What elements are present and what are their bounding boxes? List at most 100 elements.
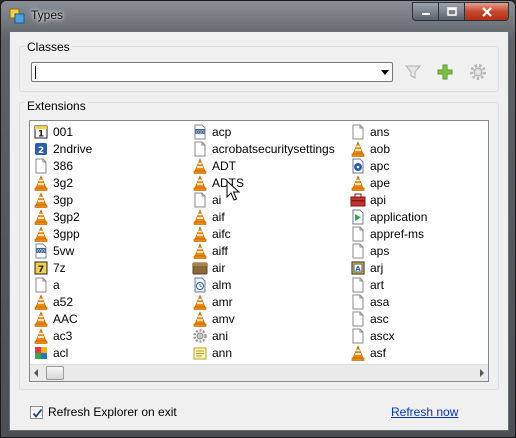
extension-item[interactable]: ans	[350, 123, 427, 140]
scroll-left-icon[interactable]	[34, 369, 38, 377]
extension-item[interactable]: acrobatsecuritysettings	[192, 140, 335, 157]
extension-item[interactable]: asf	[350, 344, 427, 361]
extension-item[interactable]: aifc	[192, 225, 335, 242]
extension-label: 5vw	[53, 243, 75, 258]
refresh-on-exit-checkbox[interactable]	[30, 405, 43, 419]
extension-label: acl	[53, 345, 69, 360]
extension-item[interactable]: ascx	[350, 327, 427, 344]
extension-item[interactable]: appref-ms	[350, 225, 427, 242]
extension-item[interactable]: 3gpp	[33, 225, 92, 242]
extensions-label: Extensions	[25, 99, 88, 113]
add-icon[interactable]	[436, 63, 454, 81]
extension-item[interactable]: 2 2ndrive	[33, 140, 92, 157]
extension-label: alm	[212, 277, 232, 292]
extension-item[interactable]: 010 5vw	[33, 242, 92, 259]
vlc-cone-icon	[351, 174, 365, 191]
dropdown-arrow-icon[interactable]	[381, 70, 389, 75]
extensions-list[interactable]: 1 001 2 2ndrive 386 3g2 3gp 3gp2 3gpp 010 5vw 7 7z a a…	[29, 120, 489, 382]
blank-file-icon	[352, 277, 364, 292]
red-toolbox-icon	[350, 193, 366, 206]
vlc-cone-icon	[193, 225, 207, 242]
extension-item[interactable]: aps	[350, 242, 427, 259]
svg-text:1: 1	[38, 129, 44, 139]
gear-file-icon	[193, 328, 207, 343]
extension-item[interactable]: a52	[33, 293, 92, 310]
extension-label: asc	[370, 311, 389, 326]
extension-label: ani	[212, 328, 229, 343]
extension-item[interactable]: application	[350, 208, 427, 225]
classes-combobox[interactable]	[31, 62, 393, 82]
extension-item[interactable]: 3gp	[33, 191, 92, 208]
refresh-now-link[interactable]: Refresh now	[391, 405, 458, 419]
extension-label: amv	[212, 311, 235, 326]
filter-icon[interactable]	[404, 63, 422, 81]
extension-item[interactable]: ADT	[192, 157, 335, 174]
extension-item[interactable]: aiff	[192, 242, 335, 259]
extension-label: ape	[370, 175, 391, 190]
extension-label: aifc	[212, 226, 231, 241]
extension-item[interactable]: 3gp2	[33, 208, 92, 225]
extension-item[interactable]: AAC	[33, 310, 92, 327]
air-package-icon	[192, 262, 208, 274]
extension-item[interactable]: ani	[192, 327, 335, 344]
extension-item[interactable]: asa	[350, 293, 427, 310]
extension-item[interactable]: api	[350, 191, 427, 208]
gear-icon[interactable]	[469, 63, 487, 81]
extension-item[interactable]: ape	[350, 174, 427, 191]
vlc-cone-icon	[34, 208, 48, 225]
extension-item[interactable]: 3g2	[33, 174, 92, 191]
extension-item[interactable]: 010 acp	[192, 123, 335, 140]
boxed-1-icon: 1	[34, 125, 48, 139]
extension-item[interactable]: 1 001	[33, 123, 92, 140]
vlc-cone-icon	[351, 140, 365, 157]
blank-file-icon	[194, 192, 206, 207]
extensions-column-3: ans aob apc ape api application appref-ms aps Aa…	[350, 123, 427, 361]
title-bar[interactable]: Types	[1, 1, 515, 31]
extension-item[interactable]: Aarj	[350, 259, 427, 276]
horizontal-scrollbar[interactable]	[30, 364, 488, 381]
types-window: Types Classes Extensions 1 001 2 2ndrive…	[0, 0, 516, 438]
blank-file-icon	[35, 277, 47, 292]
extension-item[interactable]: a	[33, 276, 92, 293]
extension-item[interactable]: alm	[192, 276, 335, 293]
refresh-on-exit-option[interactable]: Refresh Explorer on exit	[30, 405, 177, 419]
extension-label: acrobatsecuritysettings	[212, 141, 335, 156]
extension-item[interactable]: aif	[192, 208, 335, 225]
extension-label: appref-ms	[370, 226, 425, 241]
close-button[interactable]	[465, 2, 509, 21]
text-caret	[35, 66, 36, 79]
minimize-button[interactable]	[412, 2, 439, 21]
vlc-cone-icon	[34, 225, 48, 242]
caption-buttons	[412, 2, 509, 21]
extension-label: apc	[370, 158, 390, 173]
extension-item[interactable]: ac3	[33, 327, 92, 344]
scroll-right-icon[interactable]	[480, 369, 484, 377]
extension-item[interactable]: amv	[192, 310, 335, 327]
extension-item[interactable]: air	[192, 259, 335, 276]
extension-label: ascx	[370, 328, 395, 343]
extension-item[interactable]: asc	[350, 310, 427, 327]
extension-item[interactable]: ai	[192, 191, 335, 208]
extension-item[interactable]: ADTS	[192, 174, 335, 191]
extension-item[interactable]: 386	[33, 157, 92, 174]
extension-label: arj	[370, 260, 384, 275]
extension-item[interactable]: 7 7z	[33, 259, 92, 276]
extension-label: ADT	[212, 158, 236, 173]
extension-label: asf	[370, 345, 387, 360]
blank-file-icon	[352, 294, 364, 309]
extension-label: ac3	[53, 328, 73, 343]
extension-item[interactable]: apc	[350, 157, 427, 174]
extension-label: ann	[212, 345, 233, 360]
vlc-cone-icon	[193, 293, 207, 310]
extension-label: AAC	[53, 311, 78, 326]
dialog-body: Classes Extensions 1 001 2 2ndrive 386 3g2 3gp…	[9, 31, 509, 431]
extension-item[interactable]: ann	[192, 344, 335, 361]
maximize-button[interactable]	[439, 2, 465, 21]
maximize-icon	[446, 6, 457, 16]
scroll-thumb[interactable]	[46, 366, 64, 380]
extensions-column-1: 1 001 2 2ndrive 386 3g2 3gp 3gp2 3gpp 010 5vw 7 7z a a…	[33, 123, 92, 361]
extension-item[interactable]: aob	[350, 140, 427, 157]
extension-item[interactable]: amr	[192, 293, 335, 310]
extension-item[interactable]: art	[350, 276, 427, 293]
extension-item[interactable]: acl	[33, 344, 92, 361]
